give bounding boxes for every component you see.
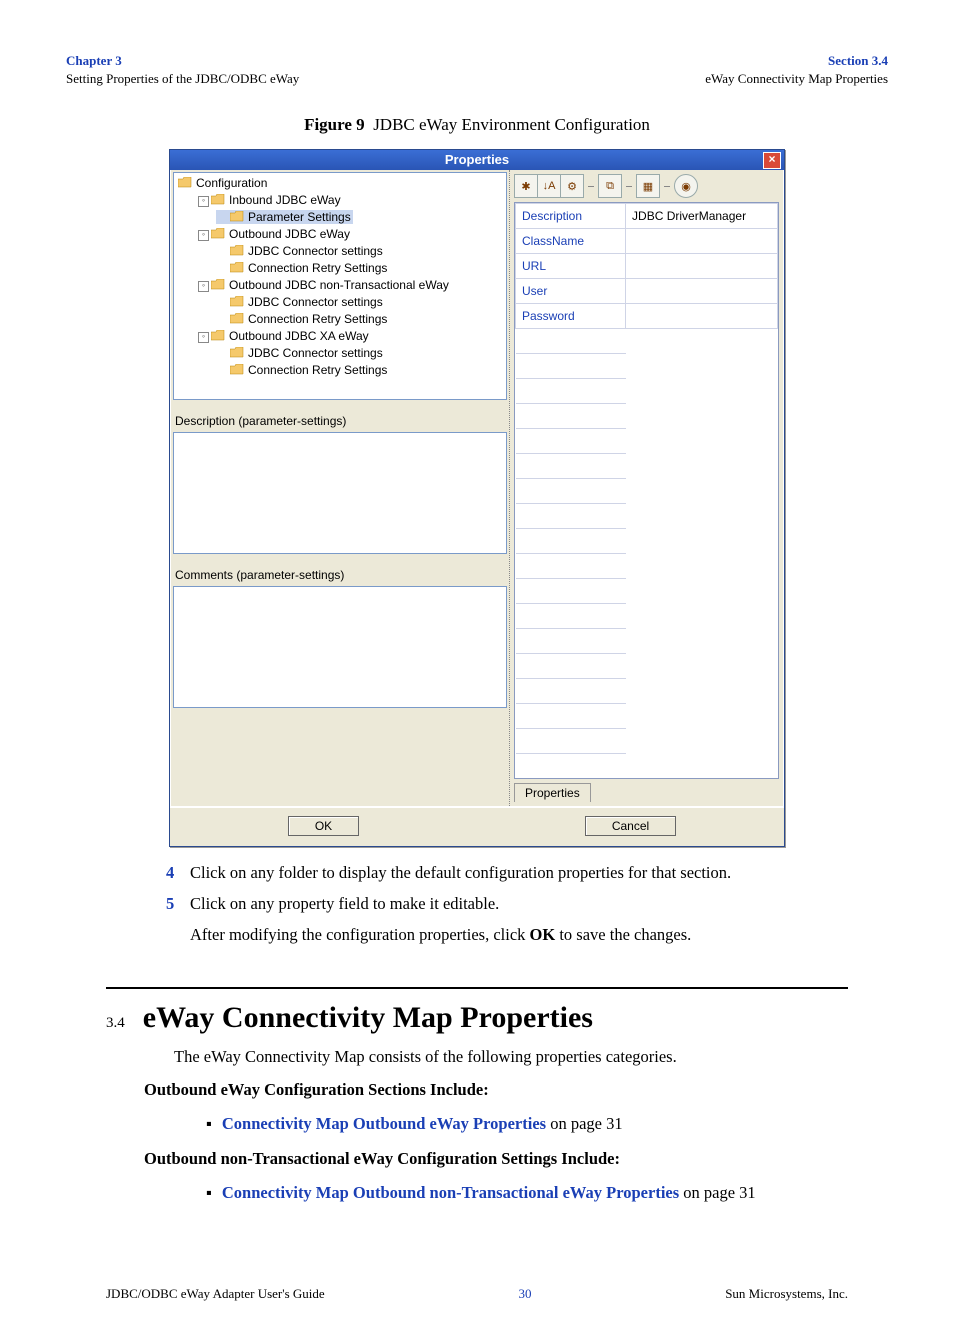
prop-value[interactable]: [626, 254, 778, 279]
close-icon[interactable]: ×: [763, 152, 781, 169]
property-grid[interactable]: DescriptionJDBC DriverManagerClassNameUR…: [514, 202, 779, 779]
expand-icon[interactable]: ▦: [636, 174, 660, 198]
prop-name[interactable]: User: [516, 279, 626, 304]
tree-leaf[interactable]: Parameter Settings: [216, 210, 353, 224]
tree-node[interactable]: ◦Outbound JDBC non-Transactional eWay: [196, 278, 451, 292]
tree-leaf[interactable]: JDBC Connector settings: [216, 346, 385, 360]
show-advanced-icon[interactable]: ⚙: [561, 174, 584, 198]
cancel-button[interactable]: Cancel: [585, 816, 676, 836]
filter-icon[interactable]: ⧉: [598, 174, 622, 198]
bullet-1: ▪ Connectivity Map Outbound eWay Propert…: [206, 1111, 848, 1137]
tree-leaf[interactable]: JDBC Connector settings: [216, 244, 385, 258]
prop-name[interactable]: Password: [516, 304, 626, 329]
prop-value[interactable]: [626, 279, 778, 304]
header-section-sub: eWay Connectivity Map Properties: [705, 70, 888, 88]
tree-root[interactable]: Configuration: [176, 176, 269, 190]
step-number: 5: [166, 892, 190, 917]
properties-dialog: Properties × Configuration ◦Inbound JDBC …: [169, 149, 785, 847]
comments-box[interactable]: [173, 586, 507, 708]
tree-node[interactable]: ◦Outbound JDBC XA eWay: [196, 329, 371, 343]
section-intro: The eWay Connectivity Map consists of th…: [174, 1045, 848, 1070]
tree-leaf[interactable]: Connection Retry Settings: [216, 312, 389, 326]
subhead-outbound: Outbound eWay Configuration Sections Inc…: [144, 1078, 848, 1103]
link-nontrans-props[interactable]: Connectivity Map Outbound non-Transactio…: [222, 1183, 679, 1202]
prop-value[interactable]: JDBC DriverManager: [626, 204, 778, 229]
tree-leaf[interactable]: Connection Retry Settings: [216, 363, 389, 377]
subhead-nontrans: Outbound non-Transactional eWay Configur…: [144, 1147, 848, 1172]
properties-toolbar: ✱ ↓A ⚙ ⧉ ▦ ◉: [510, 170, 783, 202]
footer-page: 30: [518, 1286, 531, 1302]
ok-button[interactable]: OK: [288, 816, 359, 836]
step-text: Click on any property field to make it e…: [190, 892, 499, 917]
config-tree[interactable]: Configuration ◦Inbound JDBC eWay Parameter…: [173, 172, 507, 400]
prop-name[interactable]: ClassName: [516, 229, 626, 254]
header-section: Section 3.4: [705, 52, 888, 70]
description-label: Description (parameter-settings): [171, 402, 509, 430]
tree-leaf[interactable]: JDBC Connector settings: [216, 295, 385, 309]
prop-value[interactable]: [626, 304, 778, 329]
dialog-title: Properties: [445, 152, 509, 167]
tree-node[interactable]: ◦Inbound JDBC eWay: [196, 193, 343, 207]
sort-alpha-icon[interactable]: ↓A: [538, 174, 561, 198]
prop-value[interactable]: [626, 229, 778, 254]
description-box[interactable]: [173, 432, 507, 554]
footer-left: JDBC/ODBC eWay Adapter User's Guide: [106, 1286, 325, 1302]
footer-right: Sun Microsystems, Inc.: [725, 1286, 848, 1302]
prop-name[interactable]: Description: [516, 204, 626, 229]
step-continuation: After modifying the configuration proper…: [190, 923, 888, 948]
header-chapter: Chapter 3: [66, 52, 299, 70]
tree-node[interactable]: ◦Outbound JDBC eWay: [196, 227, 352, 241]
step-number: 4: [166, 861, 190, 886]
header-chapter-sub: Setting Properties of the JDBC/ODBC eWay: [66, 70, 299, 88]
section-number: 3.4: [106, 1015, 125, 1032]
help-icon[interactable]: ◉: [674, 174, 698, 198]
tree-leaf[interactable]: Connection Retry Settings: [216, 261, 389, 275]
prop-name[interactable]: URL: [516, 254, 626, 279]
bullet-2: ▪ Connectivity Map Outbound non-Transact…: [206, 1180, 848, 1206]
properties-tab[interactable]: Properties: [514, 783, 779, 802]
comments-label: Comments (parameter-settings): [171, 556, 509, 584]
categorized-icon[interactable]: ✱: [514, 174, 538, 198]
link-outbound-props[interactable]: Connectivity Map Outbound eWay Propertie…: [222, 1114, 546, 1133]
dialog-titlebar: Properties ×: [170, 150, 784, 170]
figure-caption: Figure 9 JDBC eWay Environment Configura…: [66, 115, 888, 135]
step-text: Click on any folder to display the defau…: [190, 861, 731, 886]
section-title: eWay Connectivity Map Properties: [143, 1001, 593, 1035]
